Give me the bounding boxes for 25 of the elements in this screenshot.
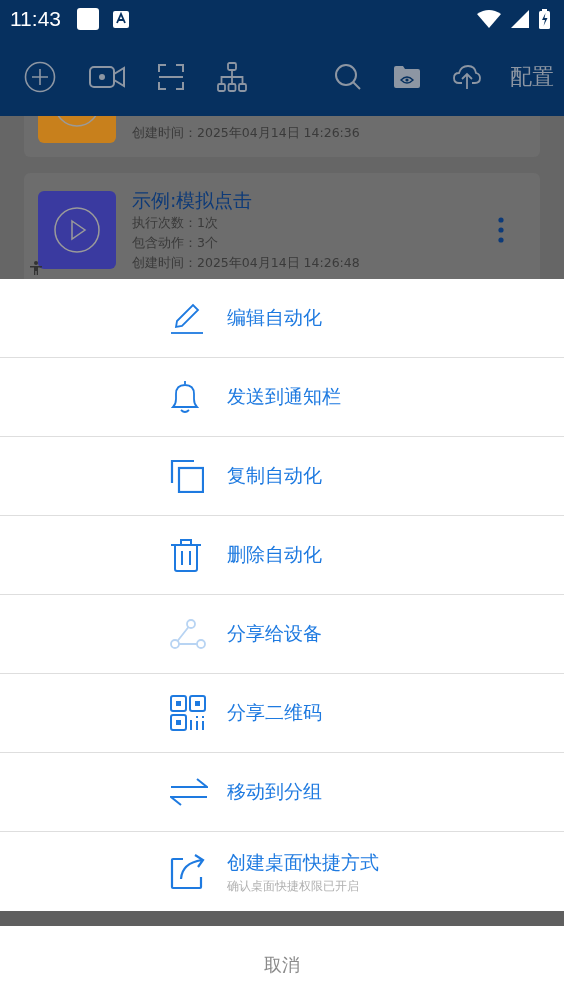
pencil-icon <box>170 302 204 334</box>
battery-icon <box>539 9 550 29</box>
signal-icon <box>511 10 529 28</box>
copy-icon <box>170 459 204 493</box>
folder-eye-icon[interactable] <box>394 66 420 88</box>
trash-icon <box>170 538 202 572</box>
cancel-button[interactable]: 取消 <box>0 926 564 1004</box>
shortcut-arrow-icon <box>170 853 206 890</box>
notification-icon <box>77 8 99 30</box>
share-nodes-icon <box>170 619 206 649</box>
search-icon[interactable] <box>335 64 361 90</box>
swap-arrows-icon <box>170 777 208 807</box>
bell-icon <box>170 380 200 414</box>
add-icon[interactable] <box>24 61 56 93</box>
qr-code-icon <box>170 695 206 731</box>
status-time: 11:43 <box>10 7 61 31</box>
config-button[interactable]: 配置 <box>510 62 554 92</box>
scan-icon[interactable] <box>158 64 184 90</box>
wifi-icon <box>477 10 501 28</box>
cloud-upload-icon[interactable] <box>453 65 481 89</box>
accessibility-icon[interactable] <box>30 261 42 275</box>
automation-title: 示例:模拟点击 <box>132 188 254 213</box>
video-camera-icon[interactable] <box>89 66 125 88</box>
hierarchy-icon[interactable] <box>217 62 247 92</box>
keyboard-icon <box>113 10 129 28</box>
